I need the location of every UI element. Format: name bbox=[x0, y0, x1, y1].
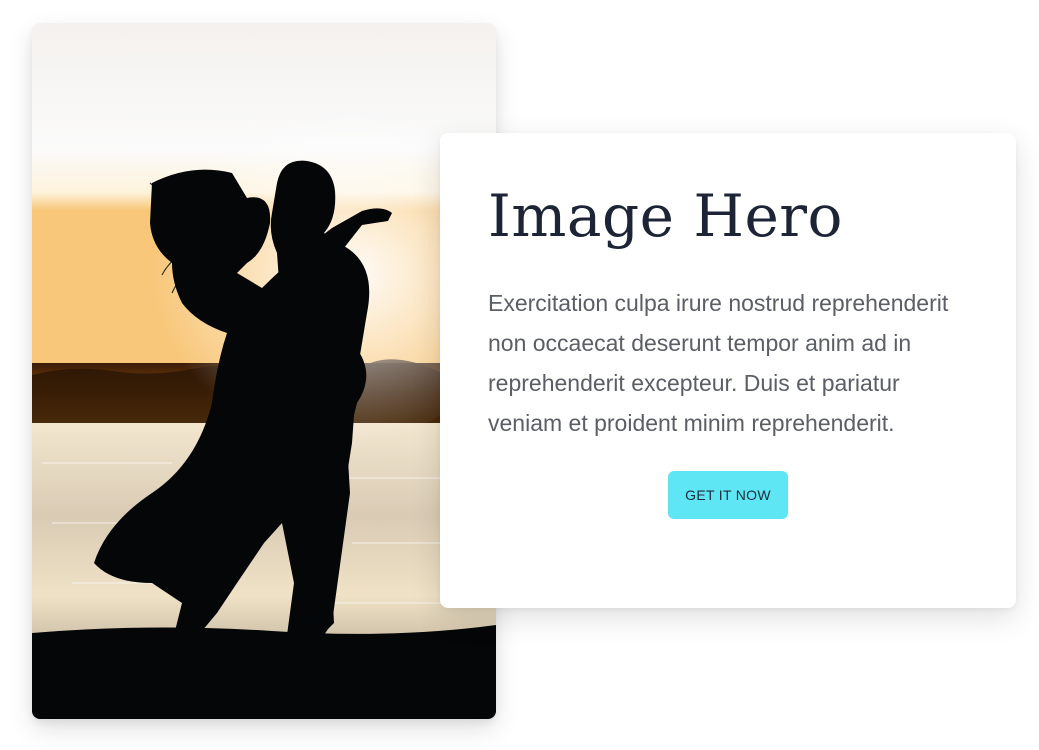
hero-description: Exercitation culpa irure nostrud reprehe… bbox=[488, 290, 949, 436]
hero-content-card: Image Hero Exercitation culpa irure nost… bbox=[440, 133, 1016, 608]
hero-section: Image Hero Exercitation culpa irure nost… bbox=[0, 0, 1039, 750]
cta-container: GET IT NOW bbox=[488, 471, 968, 519]
hero-title: Image Hero bbox=[488, 182, 843, 250]
couple-silhouette-image bbox=[32, 23, 496, 719]
hero-image bbox=[32, 23, 496, 719]
get-it-now-button[interactable]: GET IT NOW bbox=[668, 471, 788, 519]
